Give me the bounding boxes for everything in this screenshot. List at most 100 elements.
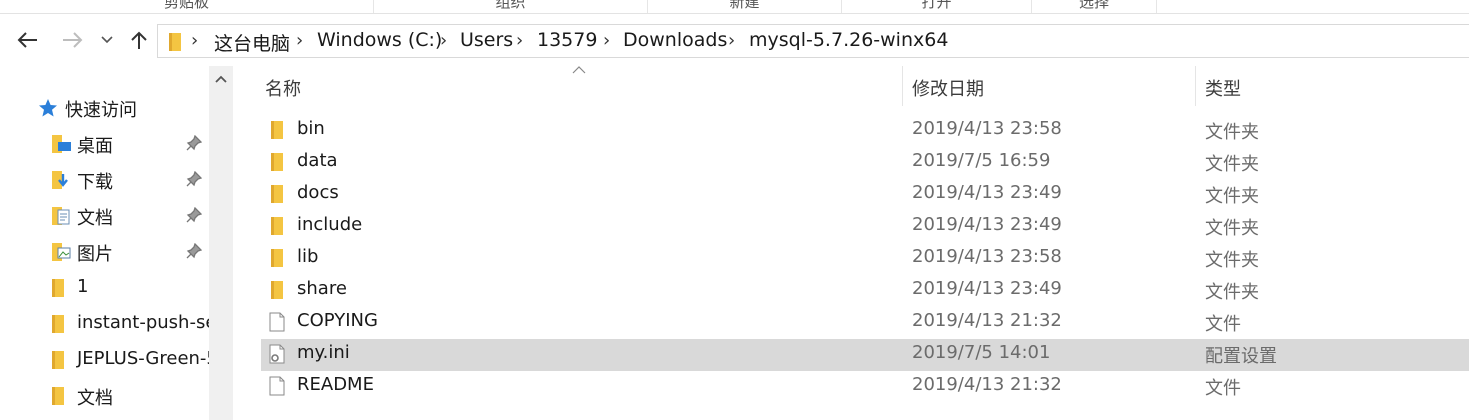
sidebar-item-folder-1[interactable]: 1 xyxy=(0,273,209,305)
file-row-my-ini[interactable]: my.ini 2019/7/5 14:01 配置设置 xyxy=(261,339,1469,371)
forward-arrow-icon xyxy=(63,32,83,48)
ribbon-group-organize: 组织 xyxy=(374,0,648,13)
column-divider[interactable] xyxy=(902,66,903,106)
file-row-copying[interactable]: COPYING 2019/4/13 21:32 文件 xyxy=(261,307,1469,339)
sidebar-item-label: 1 xyxy=(77,276,89,297)
pin-icon[interactable] xyxy=(186,206,203,228)
documents-folder-icon xyxy=(50,206,72,231)
chevron-down-icon xyxy=(101,36,113,44)
file-type: 文件夹 xyxy=(1205,122,1259,143)
pictures-folder-icon xyxy=(50,242,72,267)
file-icon xyxy=(269,376,285,400)
breadcrumb-this-pc[interactable]: 这台电脑 xyxy=(214,29,290,56)
ribbon-group-open: 打开 xyxy=(842,0,1032,13)
breadcrumb-mysql[interactable]: mysql-5.7.26-winx64 xyxy=(749,29,948,51)
sidebar-item-desktop[interactable]: 桌面 xyxy=(0,129,209,161)
file-row-docs[interactable]: docs 2019/4/13 23:49 文件夹 xyxy=(261,179,1469,211)
file-name: data xyxy=(297,150,338,171)
address-bar[interactable]: › 这台电脑 › Windows (C:) › Users › 13579 › … xyxy=(157,24,1469,58)
column-divider[interactable] xyxy=(1195,66,1196,106)
folder-icon xyxy=(50,350,66,375)
sidebar-item-label: 快速访问 xyxy=(65,100,137,121)
file-type: 文件夹 xyxy=(1205,186,1259,207)
back-button[interactable] xyxy=(16,28,40,52)
file-row-include[interactable]: include 2019/4/13 23:49 文件夹 xyxy=(261,211,1469,243)
file-name: README xyxy=(297,374,374,395)
sidebar-item-label: instant-push-se xyxy=(77,312,209,333)
file-row-data[interactable]: data 2019/7/5 16:59 文件夹 xyxy=(261,147,1469,179)
up-arrow-icon xyxy=(131,31,147,49)
file-name: bin xyxy=(297,118,325,139)
breadcrumb-13579[interactable]: 13579 xyxy=(537,29,597,51)
file-date: 2019/4/13 23:58 xyxy=(912,118,1062,139)
navigation-bar: › 这台电脑 › Windows (C:) › Users › 13579 › … xyxy=(0,22,1469,58)
file-type: 文件 xyxy=(1205,314,1241,335)
sidebar-item-label: 文档 xyxy=(77,208,113,229)
breadcrumb-separator: › xyxy=(191,30,199,51)
file-date: 2019/4/13 23:49 xyxy=(912,182,1062,203)
file-type: 配置设置 xyxy=(1205,346,1277,367)
breadcrumb-users[interactable]: Users xyxy=(460,29,513,51)
folder-icon xyxy=(50,314,66,339)
sidebar-item-label: 文档 xyxy=(77,388,113,409)
pin-icon[interactable] xyxy=(186,134,203,156)
breadcrumb-separator: › xyxy=(440,30,448,51)
sidebar-item-quick-access[interactable]: 快速访问 xyxy=(0,93,209,125)
breadcrumb-separator: › xyxy=(296,30,304,51)
file-name: lib xyxy=(297,246,319,267)
download-folder-icon xyxy=(50,170,72,195)
file-type: 文件 xyxy=(1205,378,1241,399)
breadcrumb-downloads[interactable]: Downloads xyxy=(623,29,727,51)
file-row-readme[interactable]: README 2019/4/13 21:32 文件 xyxy=(261,371,1469,403)
column-header-name[interactable]: 名称 xyxy=(265,75,301,101)
navigation-pane: 快速访问 桌面 下载 文档 图片 1 instant-push-se JEPLU… xyxy=(0,66,209,420)
file-type: 文件夹 xyxy=(1205,218,1259,239)
file-list: 名称 修改日期 类型 bin 2019/4/13 23:58 文件夹 data … xyxy=(233,66,1469,420)
file-date: 2019/4/13 23:58 xyxy=(912,246,1062,267)
folder-icon xyxy=(269,184,285,208)
file-row-bin[interactable]: bin 2019/4/13 23:58 文件夹 xyxy=(261,115,1469,147)
file-row-lib[interactable]: lib 2019/4/13 23:58 文件夹 xyxy=(261,243,1469,275)
sidebar-item-label: 下载 xyxy=(77,172,113,193)
ribbon-group-select: 选择 xyxy=(1032,0,1157,13)
forward-button[interactable] xyxy=(60,28,84,52)
up-button[interactable] xyxy=(127,28,151,52)
nav-pane-scrollbar[interactable] xyxy=(209,66,233,420)
back-arrow-icon xyxy=(17,32,37,48)
breadcrumb-windows-c[interactable]: Windows (C:) xyxy=(317,29,442,51)
sidebar-item-instant-push[interactable]: instant-push-se xyxy=(0,309,209,341)
file-name: docs xyxy=(297,182,339,203)
breadcrumb-separator: › xyxy=(728,30,736,51)
desktop-folder-icon xyxy=(50,134,72,159)
sidebar-item-documents[interactable]: 文档 xyxy=(0,201,209,233)
column-header-date[interactable]: 修改日期 xyxy=(912,75,984,101)
file-row-share[interactable]: share 2019/4/13 23:49 文件夹 xyxy=(261,275,1469,307)
breadcrumb-separator: › xyxy=(516,30,524,51)
pin-icon[interactable] xyxy=(186,170,203,192)
scroll-up-button[interactable] xyxy=(209,66,233,92)
file-date: 2019/7/5 16:59 xyxy=(912,150,1051,171)
folder-icon xyxy=(269,152,285,176)
sidebar-item-pictures[interactable]: 图片 xyxy=(0,237,209,269)
chevron-up-icon xyxy=(215,75,227,83)
settings-file-icon xyxy=(269,344,287,368)
file-icon xyxy=(269,312,285,336)
sidebar-item-docs-folder[interactable]: 文档 xyxy=(0,381,209,413)
file-name: share xyxy=(297,278,347,299)
folder-icon xyxy=(50,386,66,411)
folder-icon xyxy=(269,280,285,304)
file-date: 2019/4/13 23:49 xyxy=(912,278,1062,299)
file-date: 2019/7/5 14:01 xyxy=(912,342,1051,363)
file-name: COPYING xyxy=(297,310,378,331)
pin-icon[interactable] xyxy=(186,242,203,264)
sidebar-item-downloads[interactable]: 下载 xyxy=(0,165,209,197)
folder-icon xyxy=(50,278,66,303)
sidebar-item-jeplus[interactable]: JEPLUS-Green-5 xyxy=(0,345,209,377)
folder-icon xyxy=(269,216,285,240)
recent-locations-button[interactable] xyxy=(96,28,118,52)
file-type: 文件夹 xyxy=(1205,282,1259,303)
file-date: 2019/4/13 21:32 xyxy=(912,310,1062,331)
breadcrumb-separator: › xyxy=(603,30,611,51)
file-date: 2019/4/13 23:49 xyxy=(912,214,1062,235)
column-header-type[interactable]: 类型 xyxy=(1205,75,1241,101)
